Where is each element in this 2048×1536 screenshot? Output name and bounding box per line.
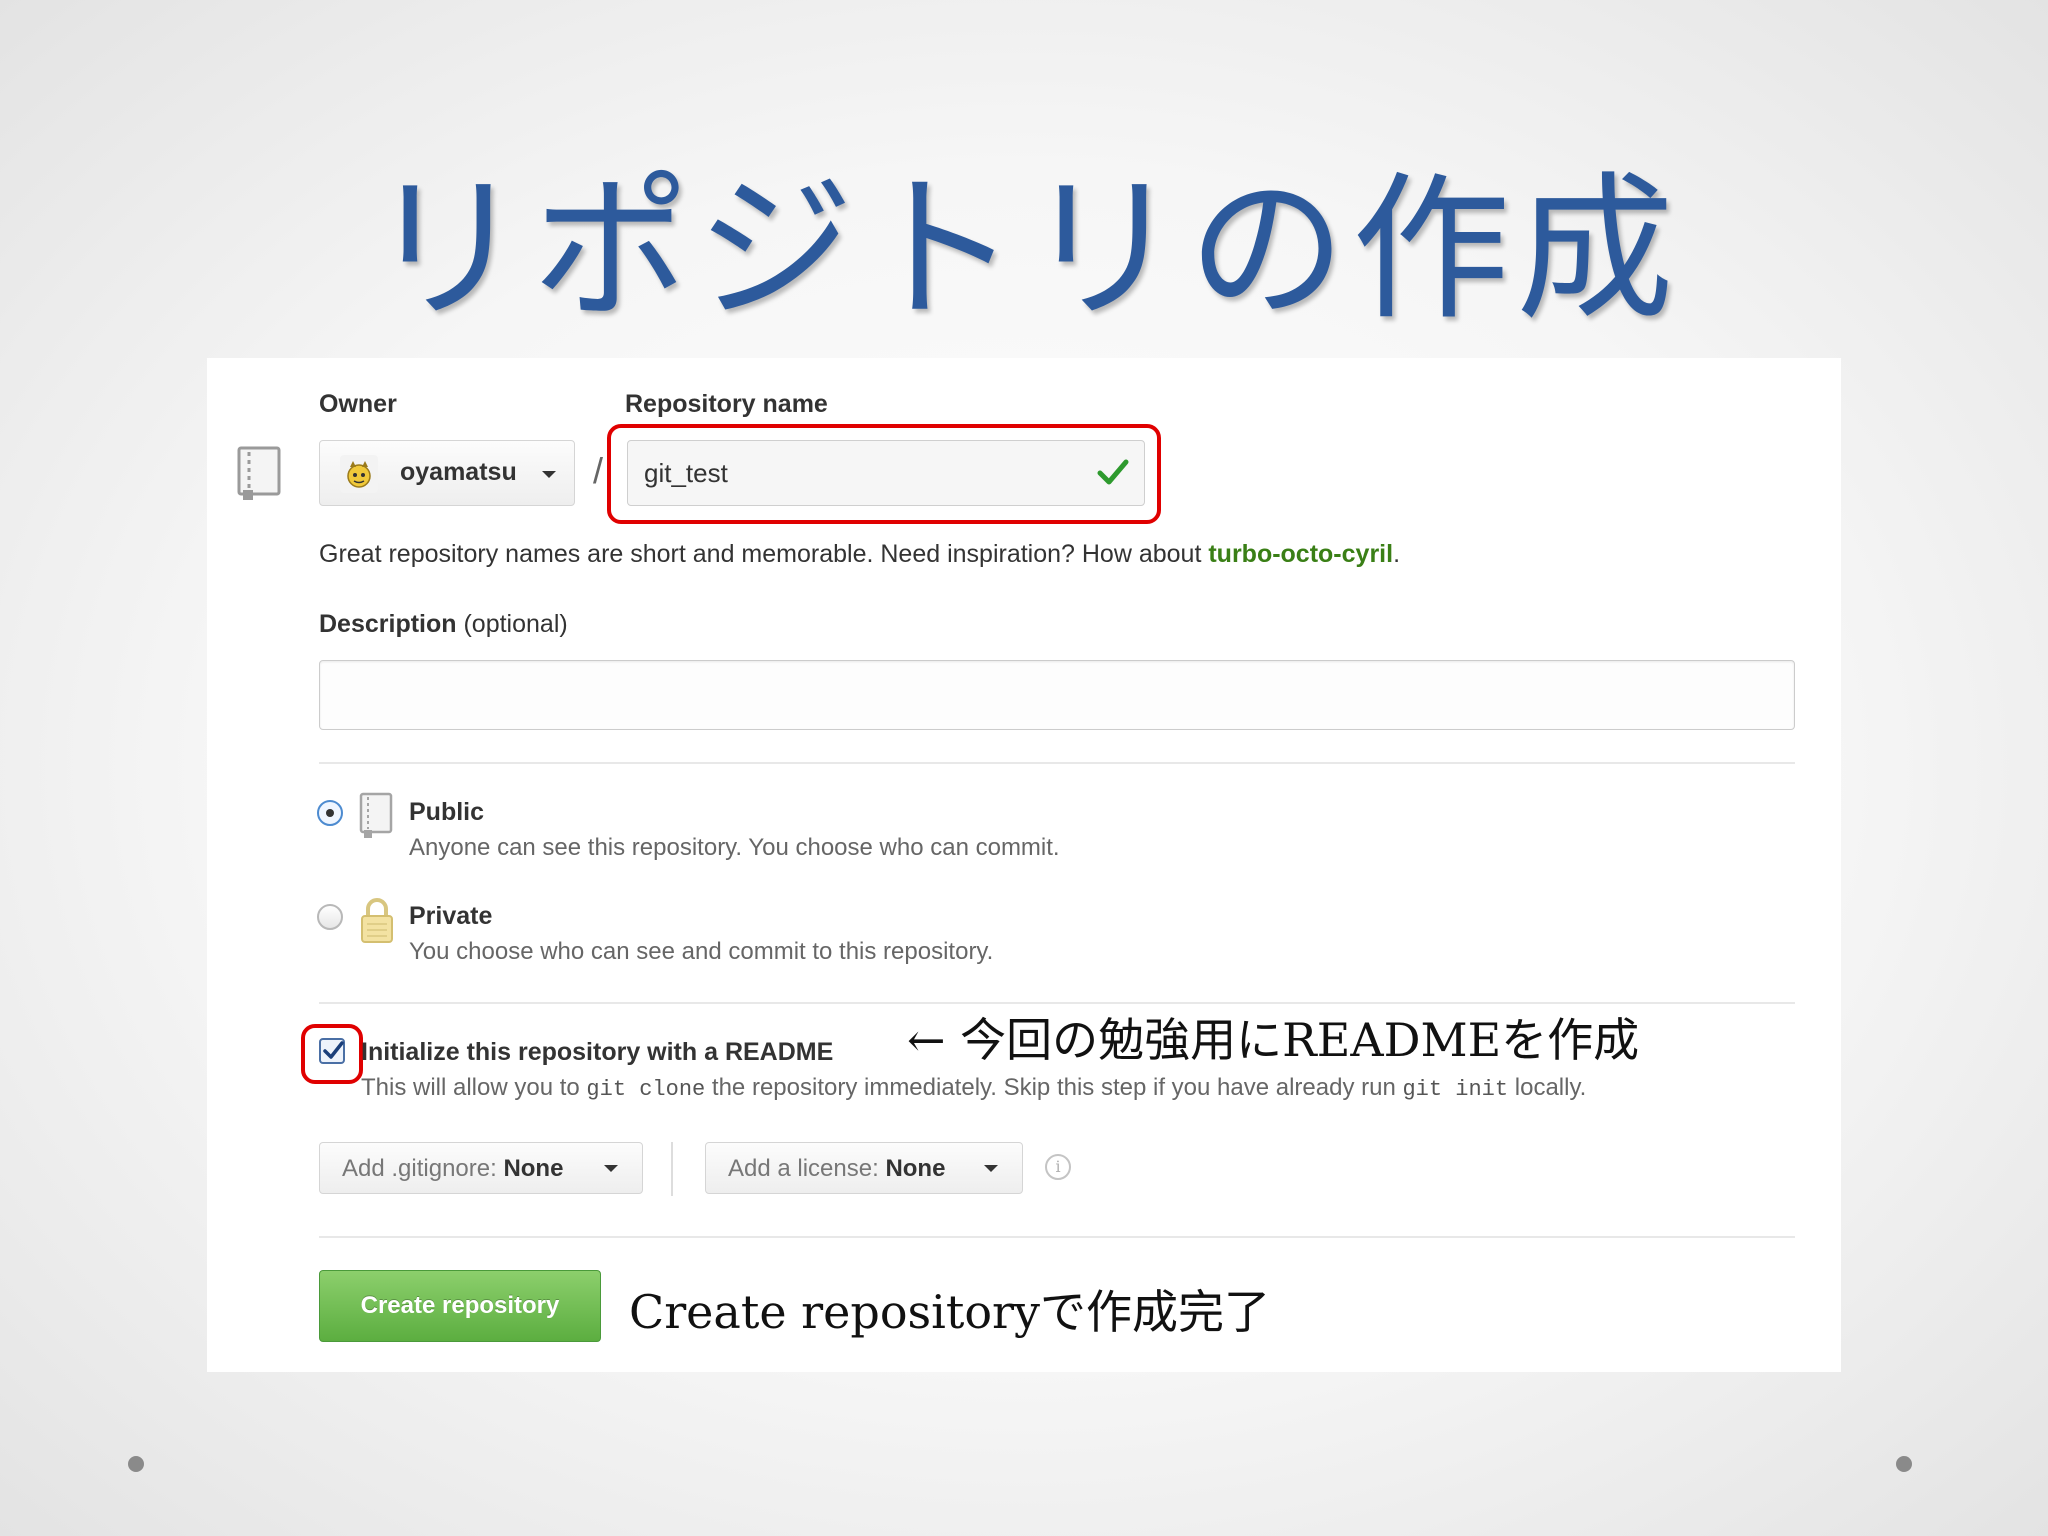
github-new-repo-form: Owner Repository name oyamatsu / git_tes… xyxy=(207,358,1841,1372)
chevron-down-icon xyxy=(604,1165,618,1172)
repo-name-highlight xyxy=(607,424,1161,524)
chevron-down-icon xyxy=(984,1165,998,1172)
gitignore-prefix: Add .gitignore: xyxy=(342,1155,504,1182)
repo-book-icon xyxy=(237,446,281,500)
slide-bullet xyxy=(128,1456,144,1472)
license-select-text: Add a license: None xyxy=(728,1155,945,1183)
readme-annotation: ← 今回の勉強用にREADMEを作成 xyxy=(907,1013,1640,1067)
readme-code: git clone xyxy=(586,1077,706,1102)
public-title: Public xyxy=(409,798,485,826)
readme-desc-part: locally. xyxy=(1508,1074,1587,1101)
slide-bullet xyxy=(1896,1456,1912,1472)
public-repo-icon xyxy=(359,792,393,838)
select-separator xyxy=(671,1142,673,1196)
readme-desc-part: This will allow you to xyxy=(361,1074,587,1101)
suggestion-link[interactable]: turbo-octo-cyril xyxy=(1208,540,1393,568)
repo-name-label: Repository name xyxy=(625,390,828,418)
radio-selected-dot xyxy=(326,809,334,817)
readme-code: git init xyxy=(1402,1077,1509,1102)
gitignore-value: None xyxy=(503,1155,564,1182)
description-label-text: Description xyxy=(319,610,457,638)
public-description: Anyone can see this repository. You choo… xyxy=(409,834,1060,861)
owner-select[interactable]: oyamatsu xyxy=(319,440,575,506)
repo-name-hint: Great repository names are short and mem… xyxy=(319,540,1400,569)
create-annotation: Create repositoryで作成完了 xyxy=(629,1285,1270,1339)
license-prefix: Add a license: xyxy=(728,1155,886,1182)
license-select[interactable]: Add a license: None xyxy=(705,1142,1023,1194)
owner-name: oyamatsu xyxy=(400,458,517,486)
hint-end: . xyxy=(1393,540,1401,568)
gitignore-select[interactable]: Add .gitignore: None xyxy=(319,1142,643,1194)
readme-checkbox-highlight xyxy=(301,1024,363,1084)
octocat-avatar-icon xyxy=(340,455,378,493)
create-repository-button[interactable]: Create repository xyxy=(319,1270,601,1342)
readme-description: This will allow you to git clone the rep… xyxy=(361,1074,1586,1102)
owner-repo-separator: / xyxy=(593,450,604,491)
description-label: Description (optional) xyxy=(319,610,568,639)
readme-desc-part: the repository immediately. Skip this st… xyxy=(705,1074,1403,1101)
description-input[interactable] xyxy=(319,660,1795,730)
gitignore-select-text: Add .gitignore: None xyxy=(342,1155,563,1183)
info-icon[interactable]: i xyxy=(1045,1154,1071,1180)
private-radio[interactable] xyxy=(317,904,343,930)
private-description: You choose who can see and commit to thi… xyxy=(409,938,994,965)
license-value: None xyxy=(885,1155,946,1182)
private-title: Private xyxy=(409,902,493,930)
public-radio[interactable] xyxy=(317,800,343,826)
hint-text: Great repository names are short and mem… xyxy=(319,540,1209,568)
owner-label: Owner xyxy=(319,390,397,418)
chevron-down-icon xyxy=(542,471,556,478)
description-optional: (optional) xyxy=(456,610,568,638)
padlock-icon xyxy=(361,898,393,943)
slide-title: リポジトリの作成 xyxy=(368,158,1680,342)
divider xyxy=(319,762,1795,764)
divider xyxy=(319,1236,1795,1238)
readme-label[interactable]: Initialize this repository with a README xyxy=(361,1038,833,1067)
